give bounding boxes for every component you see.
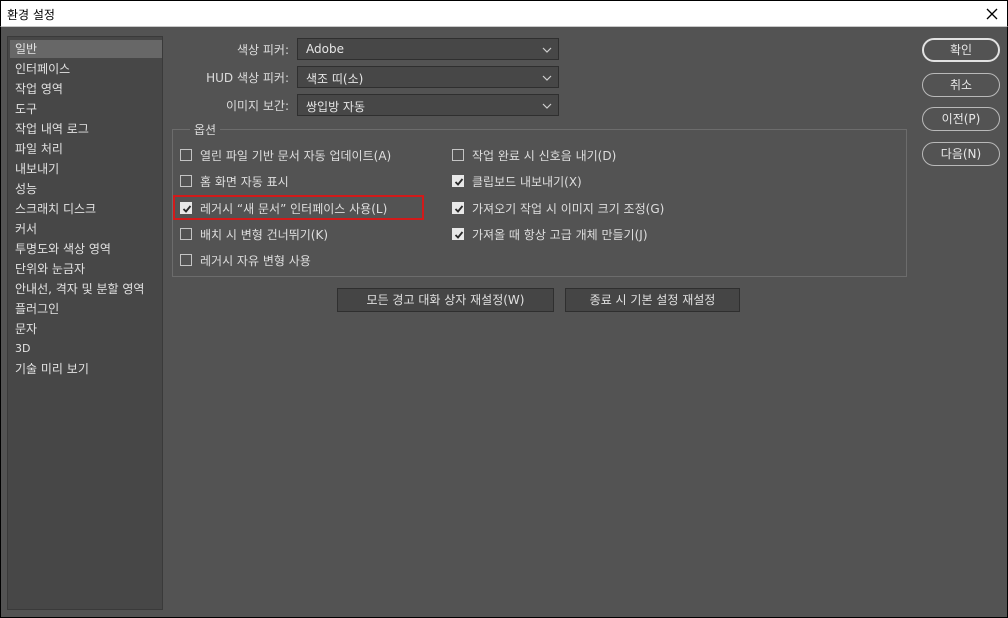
checkbox[interactable] [180,175,192,187]
check-icon [454,205,464,213]
hud-picker-label: HUD 색상 피커: [206,71,289,85]
options-legend: 옵션 [190,121,221,138]
sidebar-item-interface[interactable]: 인터페이스 [12,60,162,78]
next-button[interactable]: 다음(N) [922,142,1000,166]
color-picker-value: Adobe [306,42,344,56]
check-icon [182,205,192,213]
hud-picker-dropdown[interactable]: 색조 띠(소) [297,66,559,88]
ok-button[interactable]: 확인 [922,38,1000,62]
close-icon [986,8,998,20]
checkbox[interactable] [452,149,464,161]
color-picker-dropdown[interactable]: Adobe [297,38,559,60]
checkbox-checked[interactable] [180,202,192,214]
sidebar-item-file-handling[interactable]: 파일 처리 [12,140,162,158]
sidebar-item-transparency[interactable]: 투명도와 색상 영역 [12,240,162,258]
prev-button[interactable]: 이전(P) [922,107,1000,131]
chevron-down-icon [542,75,552,81]
reset-warnings-button[interactable]: 모든 경고 대화 상자 재설정(W) [337,288,554,312]
window-title: 환경 설정 [7,8,55,22]
checkbox-checked[interactable] [452,202,464,214]
sidebar-item-type[interactable]: 문자 [12,320,162,338]
check-icon [454,231,464,239]
checkbox-checked[interactable] [452,228,464,240]
checkbox[interactable] [180,149,192,161]
interpolation-dropdown[interactable]: 쌍입방 자동 [297,94,559,116]
sidebar-item-units-rulers[interactable]: 단위와 눈금자 [12,260,162,278]
checkbox-checked[interactable] [452,175,464,187]
close-button[interactable] [981,3,1003,25]
sidebar-item-history-log[interactable]: 작업 내역 로그 [12,120,162,138]
chevron-down-icon [542,47,552,53]
sidebar-item-cursors[interactable]: 커서 [12,220,162,238]
reset-on-quit-button[interactable]: 종료 시 기본 설정 재설정 [565,288,740,312]
sidebar-item-scratch-disks[interactable]: 스크래치 디스크 [12,200,162,218]
sidebar-item-tech-previews[interactable]: 기술 미리 보기 [12,360,162,378]
checkbox[interactable] [180,228,192,240]
sidebar-item-general[interactable]: 일반 [10,40,162,58]
sidebar-item-workspace[interactable]: 작업 영역 [12,80,162,98]
sidebar-item-plugins[interactable]: 플러그인 [12,300,162,318]
sidebar-item-guides-grid[interactable]: 안내선, 격자 및 분할 영역 [12,280,162,298]
chevron-down-icon [542,103,552,109]
interpolation-label: 이미지 보간: [225,99,289,113]
sidebar-item-export[interactable]: 내보내기 [12,160,162,178]
title-bar: 환경 설정 [0,0,1008,27]
checkbox[interactable] [180,254,192,266]
check-icon [454,178,464,186]
category-sidebar: 일반 인터페이스 작업 영역 도구 작업 내역 로그 파일 처리 내보내기 성능… [7,36,163,610]
color-picker-label: 색상 피커: [236,43,289,57]
sidebar-item-3d[interactable]: 3D [12,340,162,358]
sidebar-item-tools[interactable]: 도구 [12,100,162,118]
interpolation-value: 쌍입방 자동 [306,100,366,114]
hud-picker-value: 색조 띠(소) [306,72,364,86]
cancel-button[interactable]: 취소 [922,73,1000,97]
sidebar-item-performance[interactable]: 성능 [12,180,162,198]
